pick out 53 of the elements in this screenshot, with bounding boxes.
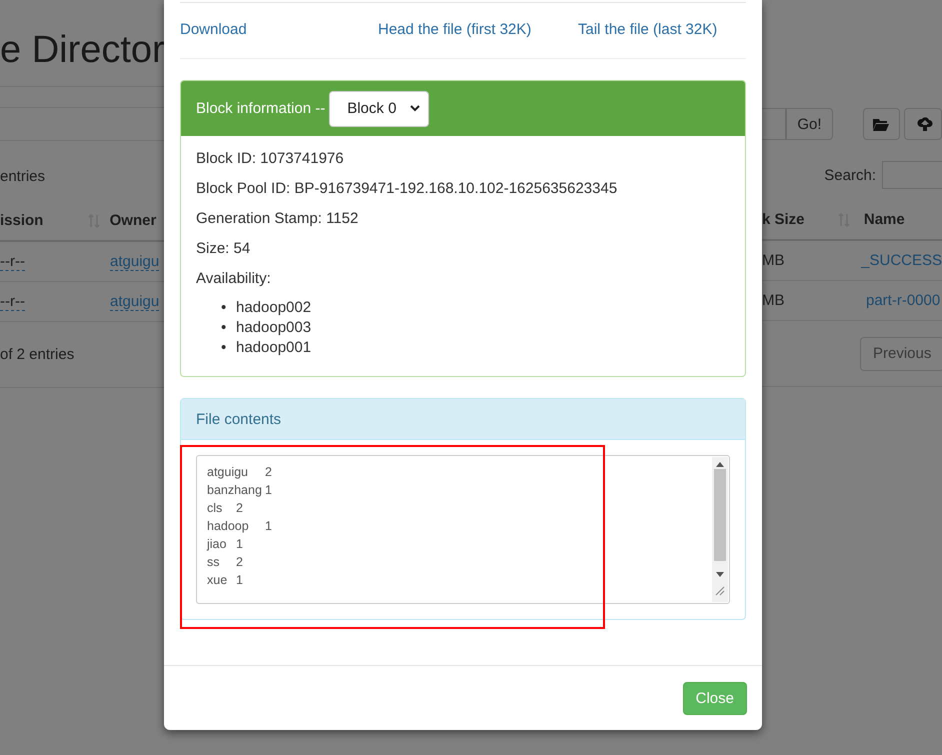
folder-button[interactable] bbox=[862, 108, 900, 140]
column-header[interactable]: Name bbox=[864, 211, 905, 228]
content-line: xue 1 bbox=[207, 572, 244, 589]
chevron-down-icon bbox=[410, 105, 420, 112]
bullet-mark: • bbox=[221, 338, 228, 358]
block-detail: Block ID: 1073741976 bbox=[196, 149, 345, 169]
block-detail: Generation Stamp: 1152 bbox=[196, 209, 360, 229]
folder-icon bbox=[873, 118, 890, 130]
close-button[interactable]: Close bbox=[682, 682, 747, 714]
column-header[interactable]: k Size bbox=[762, 211, 805, 228]
file-name-link[interactable]: _SUCCESS bbox=[861, 252, 942, 269]
file-contents-textarea[interactable]: atguigu 2 banzhang 1 cls 2 hadoop 1 jiao 1 ss 2 xue 1 bbox=[196, 455, 730, 604]
scroll-up-icon[interactable] bbox=[716, 462, 724, 467]
column-header[interactable]: ission bbox=[0, 212, 44, 229]
previous-button[interactable]: Previous bbox=[860, 336, 942, 370]
upload-button[interactable] bbox=[904, 108, 942, 140]
resize-grip-icon[interactable] bbox=[715, 586, 725, 596]
panel-title: File contents bbox=[181, 399, 745, 440]
scrollbar[interactable] bbox=[712, 457, 728, 602]
block-size-cell: MB bbox=[762, 292, 784, 309]
scroll-down-icon[interactable] bbox=[716, 572, 724, 577]
file-name-link[interactable]: part-r-0000 bbox=[866, 292, 940, 309]
go-button[interactable]: Go! bbox=[786, 108, 833, 140]
path-input-field[interactable] bbox=[762, 108, 786, 140]
content-line: atguigu 2 bbox=[207, 464, 273, 481]
content-line: cls 2 bbox=[207, 500, 244, 517]
block-select[interactable]: Block 0 bbox=[329, 90, 430, 126]
bullet-mark: • bbox=[221, 318, 228, 338]
column-header[interactable]: Owner bbox=[110, 212, 156, 229]
permission-cell: --r-- bbox=[0, 293, 25, 311]
permission-cell: --r-- bbox=[0, 253, 25, 271]
bullet-mark: • bbox=[221, 298, 228, 318]
entries-label: entries bbox=[0, 168, 46, 184]
block-detail: Size: 54 bbox=[196, 239, 252, 259]
host-item: hadoop001 bbox=[236, 339, 312, 356]
content-line: ss 2 bbox=[207, 554, 244, 571]
content-line: banzhang 1 bbox=[207, 482, 273, 499]
owner-cell: atguigu bbox=[110, 292, 160, 310]
search-label: Search: bbox=[824, 166, 876, 184]
availability-label: Availability: bbox=[196, 269, 272, 289]
file-link[interactable]: Download bbox=[180, 20, 378, 38]
file-link[interactable]: Head the file (first 32K) bbox=[378, 20, 578, 38]
file-link[interactable]: Tail the file (last 32K) bbox=[578, 20, 718, 38]
block-detail: Block Pool ID: BP-916739471-192.168.10.102-1625635623345 bbox=[196, 179, 618, 199]
content-line: hadoop 1 bbox=[207, 518, 273, 535]
host-item: hadoop003 bbox=[236, 319, 312, 336]
panel-title: Block information -- bbox=[196, 100, 326, 117]
host-item: hadoop002 bbox=[236, 299, 312, 316]
cloud-upload-icon bbox=[916, 117, 933, 131]
owner-cell: atguigu bbox=[110, 252, 160, 270]
entries-summary: of 2 entries bbox=[0, 346, 74, 363]
content-line: jiao 1 bbox=[207, 536, 244, 553]
block-size-cell: MB bbox=[762, 252, 784, 269]
